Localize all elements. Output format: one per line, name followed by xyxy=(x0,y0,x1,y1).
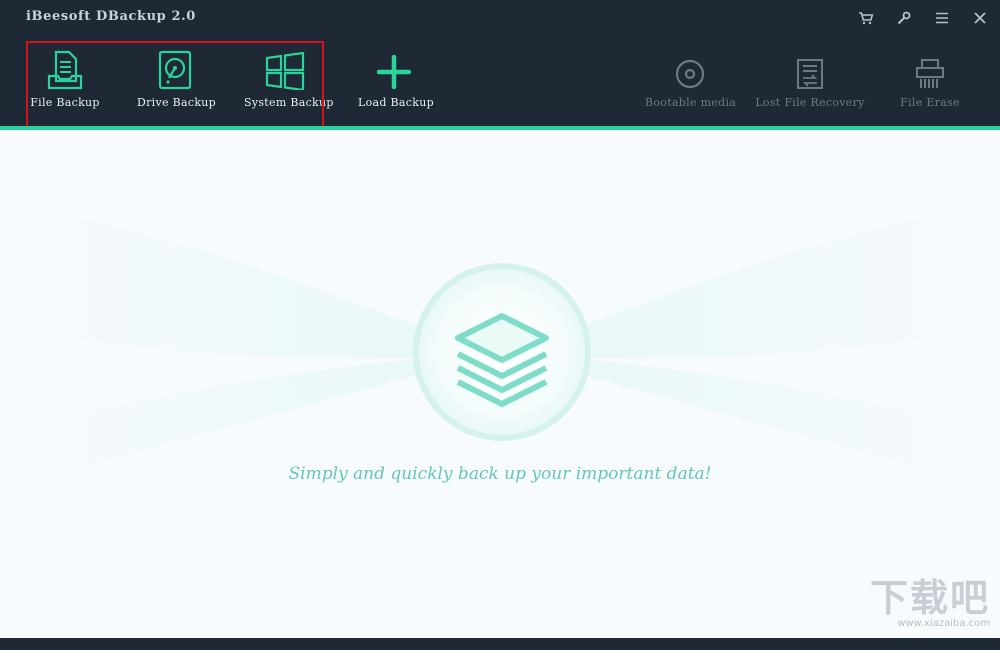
disc-icon xyxy=(645,46,735,90)
key-icon[interactable] xyxy=(896,10,912,26)
main-content: Simply and quickly back up your importan… xyxy=(0,130,1000,638)
file-backup-button[interactable]: File Backup xyxy=(30,46,100,109)
lost-file-recovery-label: Lost File Recovery xyxy=(755,96,865,109)
file-erase-button[interactable]: File Erase xyxy=(896,46,964,109)
system-backup-button[interactable]: System Backup xyxy=(244,46,334,109)
title-bar: iBeesoft DBackup 2.0 xyxy=(0,0,1000,36)
layers-icon xyxy=(455,313,549,407)
load-backup-button[interactable]: Load Backup xyxy=(358,46,434,109)
file-backup-label: File Backup xyxy=(30,96,100,109)
file-recovery-icon xyxy=(752,46,868,90)
menu-icon[interactable] xyxy=(934,10,950,26)
file-backup-icon xyxy=(30,46,100,90)
lost-file-recovery-button[interactable]: Lost File Recovery xyxy=(752,46,868,109)
close-icon[interactable] xyxy=(972,10,988,26)
cart-icon[interactable] xyxy=(858,10,874,26)
watermark-logo: 下载吧 www.xiazaiba.com xyxy=(870,578,990,630)
load-backup-label: Load Backup xyxy=(358,96,434,109)
shredder-icon xyxy=(896,46,964,90)
window-controls xyxy=(858,10,988,26)
app-title: iBeesoft DBackup 2.0 xyxy=(26,9,196,24)
tagline: Simply and quickly back up your importan… xyxy=(288,464,712,484)
drive-backup-button[interactable]: Drive Backup xyxy=(137,46,217,109)
plus-icon xyxy=(358,46,430,90)
bootable-media-button[interactable]: Bootable media xyxy=(645,46,737,109)
file-erase-label: File Erase xyxy=(900,96,960,109)
main-toolbar: File Backup Drive Backup System Backup L… xyxy=(0,36,1000,126)
app-window: iBeesoft DBackup 2.0 File Backup Drive B… xyxy=(0,0,1000,650)
windows-icon xyxy=(244,46,326,90)
bootable-media-label: Bootable media xyxy=(645,96,737,109)
background-glow xyxy=(0,200,1000,490)
drive-backup-icon xyxy=(137,46,213,90)
drive-backup-label: Drive Backup xyxy=(137,96,217,109)
watermark-text: 下载吧 xyxy=(869,576,990,620)
bottom-bar xyxy=(0,638,1000,650)
system-backup-label: System Backup xyxy=(244,96,334,109)
